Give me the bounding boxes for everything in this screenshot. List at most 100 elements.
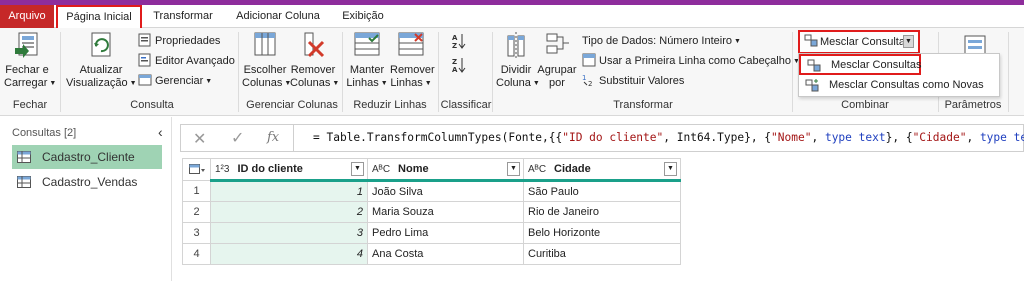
merge-queries-button[interactable]: Mesclar Consultas ▼ xyxy=(798,30,920,54)
split-column-button[interactable]: Dividir Coluna ▼ xyxy=(496,30,540,90)
sort-ascending-button[interactable]: AZ xyxy=(452,32,469,50)
table-row: 4 4 Ana Costa Curitiba xyxy=(182,243,681,265)
replace-values-icon: 12 xyxy=(582,74,592,87)
replace-values-button[interactable]: 1 2 Substituir Valores xyxy=(582,72,684,90)
query-item-cadastro-cliente[interactable]: Cadastro_Cliente xyxy=(12,145,162,169)
advanced-editor-icon xyxy=(138,53,151,67)
manage-icon xyxy=(138,74,152,86)
menu-tabs: Arquivo Página Inicial Transformar Adici… xyxy=(0,5,1024,28)
keep-rows-button[interactable]: Manter Linhas ▼ xyxy=(346,30,388,90)
svg-text:2: 2 xyxy=(588,80,592,87)
choose-columns-button[interactable]: Escolher Colunas ▼ xyxy=(242,30,291,90)
cancel-formula-icon[interactable]: ✕ xyxy=(193,129,206,149)
merge-queries-icon xyxy=(804,34,818,47)
column-header-nome[interactable]: AᴮC Nome ▼ xyxy=(367,158,524,182)
group-label-classificar: Classificar xyxy=(440,99,492,111)
column-header-cidade[interactable]: AᴮC Cidade ▼ xyxy=(523,158,681,182)
group-by-button[interactable]: Agrupar por xyxy=(536,30,578,90)
manage-button[interactable]: Gerenciar ▼ xyxy=(138,72,212,90)
table-menu-icon[interactable] xyxy=(182,158,211,181)
filter-dropdown-icon[interactable]: ▼ xyxy=(664,162,677,176)
refresh-line1: Atualizar xyxy=(79,64,123,76)
first-row-header-icon xyxy=(582,53,596,67)
close-load-line1: Fechar e xyxy=(5,64,49,76)
cell-cidade[interactable]: Curitiba xyxy=(523,243,681,265)
split-column-line2: Coluna ▼ xyxy=(496,77,540,89)
properties-button[interactable]: Propriedades xyxy=(138,32,220,50)
query-item-cadastro-vendas[interactable]: Cadastro_Vendas xyxy=(12,170,162,194)
row-number[interactable]: 4 xyxy=(182,243,211,265)
integer-type-icon[interactable]: 1²3 xyxy=(215,164,229,175)
cell-id[interactable]: 2 xyxy=(210,201,368,223)
sort-descending-button[interactable]: ZA xyxy=(452,56,469,74)
remove-columns-line1: Remover xyxy=(290,64,336,76)
ribbon-separator xyxy=(60,32,61,112)
group-label-combinar: Combinar xyxy=(841,99,889,111)
ribbon-separator xyxy=(238,32,239,112)
close-load-line2: Carregar ▼ xyxy=(4,77,57,89)
confirm-formula-icon[interactable]: ✓ xyxy=(231,128,244,148)
sort-descending-icon: ZA xyxy=(452,58,466,74)
data-table: 1²3 ID do cliente ▼ AᴮC Nome ▼ AᴮC Cidade ▼… xyxy=(182,158,681,265)
merge-dropdown-menu: Mesclar Consultas Mesclar Consultas como… xyxy=(798,53,1000,97)
fx-icon[interactable]: fx xyxy=(267,130,279,145)
data-type-button[interactable]: Tipo de Dados: Número Inteiro ▼ xyxy=(582,32,741,50)
table-icon xyxy=(17,151,31,163)
table-row: 1 1 João Silva São Paulo xyxy=(182,180,681,202)
merge-queries-dropdown-arrow[interactable]: ▼ xyxy=(903,35,914,48)
row-number[interactable]: 3 xyxy=(182,222,211,244)
group-by-icon xyxy=(546,33,569,54)
group-label-fechar: Fechar xyxy=(12,99,48,111)
choose-columns-line1: Escolher xyxy=(243,64,287,76)
close-and-load-button[interactable]: Fechar e Carregar ▼ xyxy=(4,30,57,90)
remove-rows-line2: Linhas ▼ xyxy=(390,77,432,89)
tab-transform[interactable]: Transformar xyxy=(150,5,216,28)
cell-cidade[interactable]: Rio de Janeiro xyxy=(523,201,681,223)
cell-cidade[interactable]: Belo Horizonte xyxy=(523,222,681,244)
formula-text[interactable]: = Table.TransformColumnTypes(Fonte,{{"ID… xyxy=(313,131,1024,144)
cell-id[interactable]: 1 xyxy=(210,180,368,202)
group-by-line2: por xyxy=(549,77,565,89)
column-header-id[interactable]: 1²3 ID do cliente ▼ xyxy=(210,158,368,182)
table-row: 3 3 Pedro Lima Belo Horizonte xyxy=(182,222,681,244)
queries-panel: Consultas [2] ‹ Cadastro_Cliente Cadastr… xyxy=(0,117,172,281)
remove-rows-button[interactable]: Remover Linhas ▼ xyxy=(390,30,435,90)
filter-dropdown-icon[interactable]: ▼ xyxy=(507,162,520,176)
refresh-preview-button[interactable]: Atualizar Visualização ▼ xyxy=(66,30,137,90)
collapse-panel-icon[interactable]: ‹ xyxy=(158,124,163,140)
cell-cidade[interactable]: São Paulo xyxy=(523,180,681,202)
ribbon-separator xyxy=(492,32,493,112)
tab-home[interactable]: Página Inicial xyxy=(56,5,142,28)
cell-nome[interactable]: Pedro Lima xyxy=(367,222,524,244)
menu-item-merge-queries[interactable]: Mesclar Consultas xyxy=(799,54,921,75)
cell-id[interactable]: 4 xyxy=(210,243,368,265)
keep-rows-line1: Manter xyxy=(349,64,385,76)
use-first-row-header-button[interactable]: Usar a Primeira Linha como Cabeçalho ▼ xyxy=(582,52,800,70)
advanced-editor-button[interactable]: Editor Avançado xyxy=(138,52,235,70)
cell-id[interactable]: 3 xyxy=(210,222,368,244)
menu-item-merge-as-new[interactable]: Mesclar Consultas como Novas xyxy=(799,76,999,97)
group-by-line1: Agrupar xyxy=(537,64,577,76)
filter-dropdown-icon[interactable]: ▼ xyxy=(351,162,364,176)
close-load-icon xyxy=(15,32,38,58)
remove-columns-icon xyxy=(304,32,325,58)
remove-columns-button[interactable]: Remover Colunas ▼ xyxy=(290,30,339,90)
text-type-icon[interactable]: AᴮC xyxy=(372,164,390,175)
group-label-consulta: Consulta xyxy=(130,99,174,111)
svg-text:Z: Z xyxy=(452,42,457,50)
tab-file[interactable]: Arquivo xyxy=(0,5,54,28)
power-query-editor: Arquivo Página Inicial Transformar Adici… xyxy=(0,0,1024,281)
text-type-icon[interactable]: AᴮC xyxy=(528,164,546,175)
formula-bar: ✕ ✓ fx = Table.TransformColumnTypes(Font… xyxy=(180,124,1024,152)
cell-nome[interactable]: João Silva xyxy=(367,180,524,202)
ribbon-separator xyxy=(1008,32,1009,112)
cell-nome[interactable]: Ana Costa xyxy=(367,243,524,265)
header-row: 1²3 ID do cliente ▼ AᴮC Nome ▼ AᴮC Cidade ▼ xyxy=(182,158,681,182)
choose-columns-icon xyxy=(254,32,276,56)
row-number[interactable]: 1 xyxy=(182,180,211,202)
tab-view[interactable]: Exibição xyxy=(338,5,388,28)
tab-add-column[interactable]: Adicionar Coluna xyxy=(234,5,322,28)
row-number[interactable]: 2 xyxy=(182,201,211,223)
cell-nome[interactable]: Maria Souza xyxy=(367,201,524,223)
keep-rows-icon xyxy=(354,32,380,56)
